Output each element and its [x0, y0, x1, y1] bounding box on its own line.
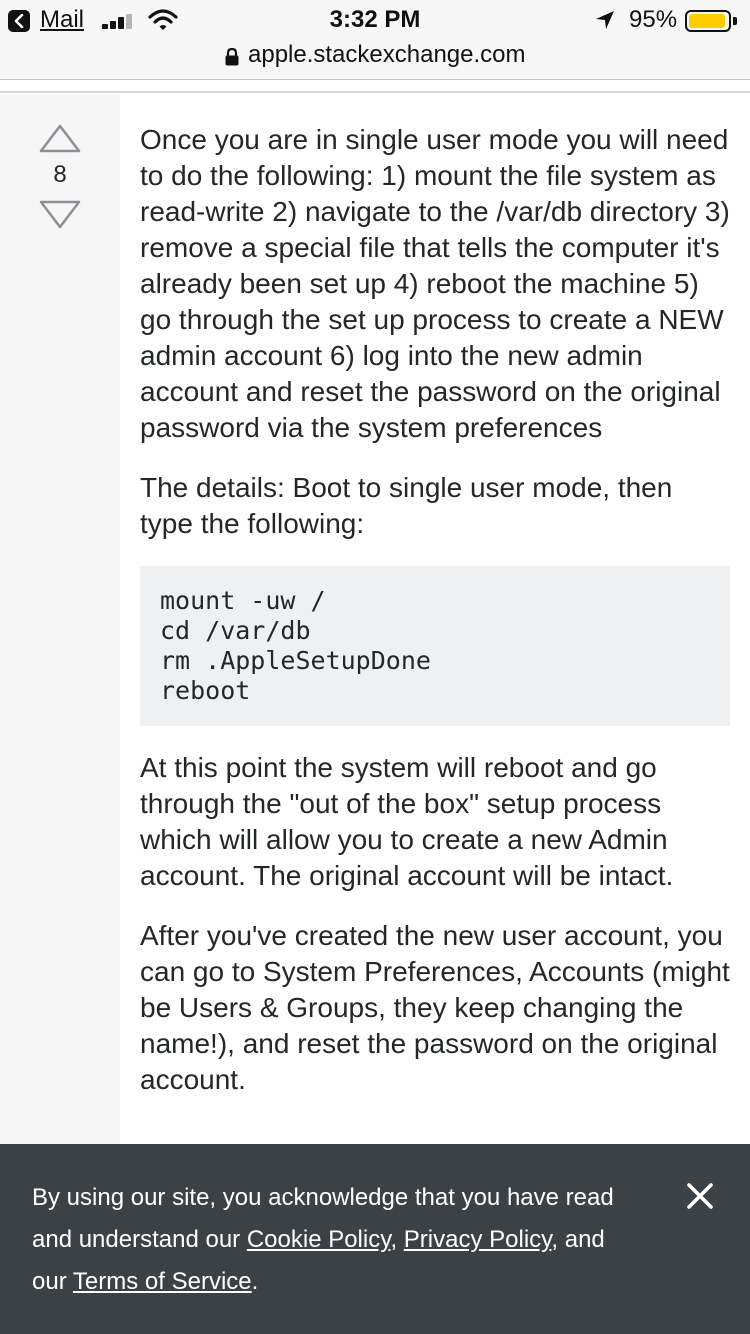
vote-up-button[interactable]: [38, 124, 82, 154]
cookie-policy-link[interactable]: Cookie Policy: [247, 1226, 391, 1253]
vote-down-button[interactable]: [38, 199, 82, 229]
code-line: rm .AppleSetupDone: [160, 646, 431, 675]
battery-tip: [733, 17, 737, 25]
lock-icon: [225, 47, 239, 66]
answer-paragraph: At this point the system will reboot and…: [140, 752, 674, 891]
code-line: cd /var/db: [160, 616, 311, 645]
cookie-banner: By using our site, you acknowledge that …: [0, 1144, 750, 1334]
battery-percent: 95%: [629, 6, 678, 33]
terms-of-service-link[interactable]: Terms of Service: [73, 1268, 252, 1295]
answer-paragraph: The details: Boot to single user mode, t…: [140, 472, 673, 539]
vote-count: 8: [53, 161, 67, 188]
answer-paragraph: After you've created the new user accoun…: [140, 920, 730, 1095]
battery-icon: [685, 10, 731, 32]
status-bar: Mail 3:32 PM 95%: [0, 0, 750, 40]
cookie-notice-text: By using our site, you acknowledge that …: [32, 1177, 632, 1303]
cookie-text-separator: ,: [390, 1226, 404, 1253]
answer-body: Once you are in single user mode you wil…: [140, 122, 730, 1122]
privacy-policy-link[interactable]: Privacy Policy: [404, 1226, 552, 1253]
close-icon[interactable]: [684, 1180, 716, 1212]
code-line: mount -uw /: [160, 586, 326, 615]
code-block: mount -uw / cd /var/db rm .AppleSetupDon…: [140, 566, 730, 726]
url-text[interactable]: apple.stackexchange.com: [248, 41, 526, 69]
battery-level-fill: [689, 14, 725, 28]
answer-paragraph: Once you are in single user mode you wil…: [140, 124, 730, 443]
cookie-text-end: .: [251, 1268, 259, 1295]
toolbar-divider: [0, 81, 750, 93]
address-bar[interactable]: apple.stackexchange.com: [0, 40, 750, 80]
location-arrow-icon: [596, 11, 614, 29]
code-line: reboot: [160, 676, 251, 705]
